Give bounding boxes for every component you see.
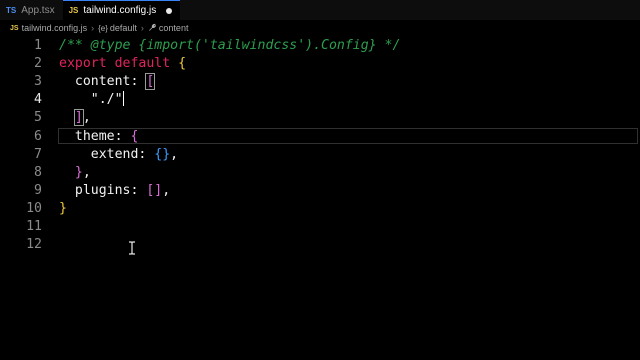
breadcrumb-symbol-default[interactable]: default	[110, 23, 137, 33]
code-token: default	[114, 56, 171, 72]
wrench-icon	[148, 23, 157, 33]
line-number: 8	[34, 164, 42, 180]
code-token: export	[59, 56, 107, 72]
line-number: 12	[26, 237, 42, 253]
code-token: {}	[154, 146, 171, 162]
code-text: /** @type {import('tailwindcss').Config}…	[59, 37, 400, 55]
code-token: {	[130, 128, 139, 144]
code-token: "./"	[59, 92, 123, 108]
breadcrumb-symbol-content[interactable]: content	[159, 23, 189, 33]
code-line[interactable]: 7 extend: {},	[0, 146, 640, 164]
code-text: "./"	[59, 91, 124, 109]
code-text: extend: {},	[59, 146, 178, 164]
code-token: theme:	[59, 128, 131, 144]
line-number: 11	[26, 219, 42, 234]
code-text: plugins: [],	[59, 182, 170, 200]
chevron-right-icon: ›	[140, 23, 144, 33]
code-text: theme: {	[59, 128, 139, 146]
code-line[interactable]: 4 "./"	[0, 91, 640, 109]
text-ibeam-cursor-icon	[129, 241, 135, 255]
code-line[interactable]: 5 ],	[0, 109, 640, 127]
code-text: }	[59, 200, 67, 218]
tab-label: App.tsx	[21, 4, 55, 16]
code-line[interactable]: 9 plugins: [],	[0, 182, 640, 200]
code-line[interactable]: 6 theme: {	[0, 128, 640, 146]
code-line[interactable]: 3 content: [	[0, 73, 640, 91]
code-token: /**	[59, 38, 91, 53]
line-number: 7	[34, 146, 42, 162]
line-number: 10	[26, 200, 42, 216]
line-number: 9	[34, 182, 42, 198]
chevron-right-icon: ›	[91, 23, 95, 33]
code-token: {import('tailwindcss').Config} */	[130, 38, 401, 53]
editor-tab-bar: TS App.tsx JS tailwind.config.js	[0, 0, 640, 20]
code-token: extend:	[59, 146, 155, 162]
code-token: plugins:	[59, 182, 147, 198]
code-editor[interactable]: 1 /** @type {import('tailwindcss').Config…	[0, 36, 640, 360]
tab-tailwind-config-js[interactable]: JS tailwind.config.js	[62, 0, 181, 20]
code-token: [	[145, 73, 156, 91]
code-token: ,	[162, 182, 171, 198]
code-text: },	[59, 164, 91, 182]
code-token: }	[59, 200, 67, 216]
code-token: ]	[73, 109, 84, 127]
line-number: 5	[34, 110, 42, 126]
breadcrumb: JS tailwind.config.js › {e} default › co…	[0, 20, 640, 36]
tab-label: tailwind.config.js	[83, 5, 157, 16]
code-line[interactable]: 12	[0, 236, 640, 254]
module-icon: {e}	[98, 23, 108, 33]
typescript-file-icon: TS	[6, 5, 17, 15]
line-number: 4	[34, 92, 42, 108]
code-line[interactable]: 8 },	[0, 164, 640, 182]
code-line[interactable]: 1 /** @type {import('tailwindcss').Config…	[0, 37, 640, 55]
line-number: 6	[34, 128, 42, 144]
code-token: []	[146, 182, 163, 198]
tab-app-tsx[interactable]: TS App.tsx	[0, 0, 63, 20]
line-number: 1	[34, 38, 42, 53]
code-token: content:	[59, 74, 147, 90]
code-token: {	[178, 56, 187, 72]
code-line[interactable]: 11	[0, 218, 640, 236]
javascript-file-icon: JS	[68, 6, 79, 15]
code-token: ,	[82, 164, 91, 180]
code-line[interactable]: 2 export default {	[0, 55, 640, 73]
line-number: 2	[34, 56, 42, 72]
code-token: ,	[170, 146, 179, 162]
unsaved-dot-icon[interactable]	[166, 7, 173, 14]
code-token: @type	[90, 38, 131, 53]
javascript-file-icon: JS	[10, 24, 19, 32]
code-text: export default {	[59, 55, 186, 73]
code-text: content: [	[59, 73, 156, 91]
code-token: ,	[82, 110, 91, 126]
code-line[interactable]: 10}	[0, 200, 640, 218]
code-text: ],	[59, 109, 91, 127]
line-number: 3	[34, 74, 42, 90]
code-token: }	[74, 164, 83, 180]
breadcrumb-file[interactable]: tailwind.config.js	[22, 23, 88, 33]
text-caret	[122, 91, 124, 107]
